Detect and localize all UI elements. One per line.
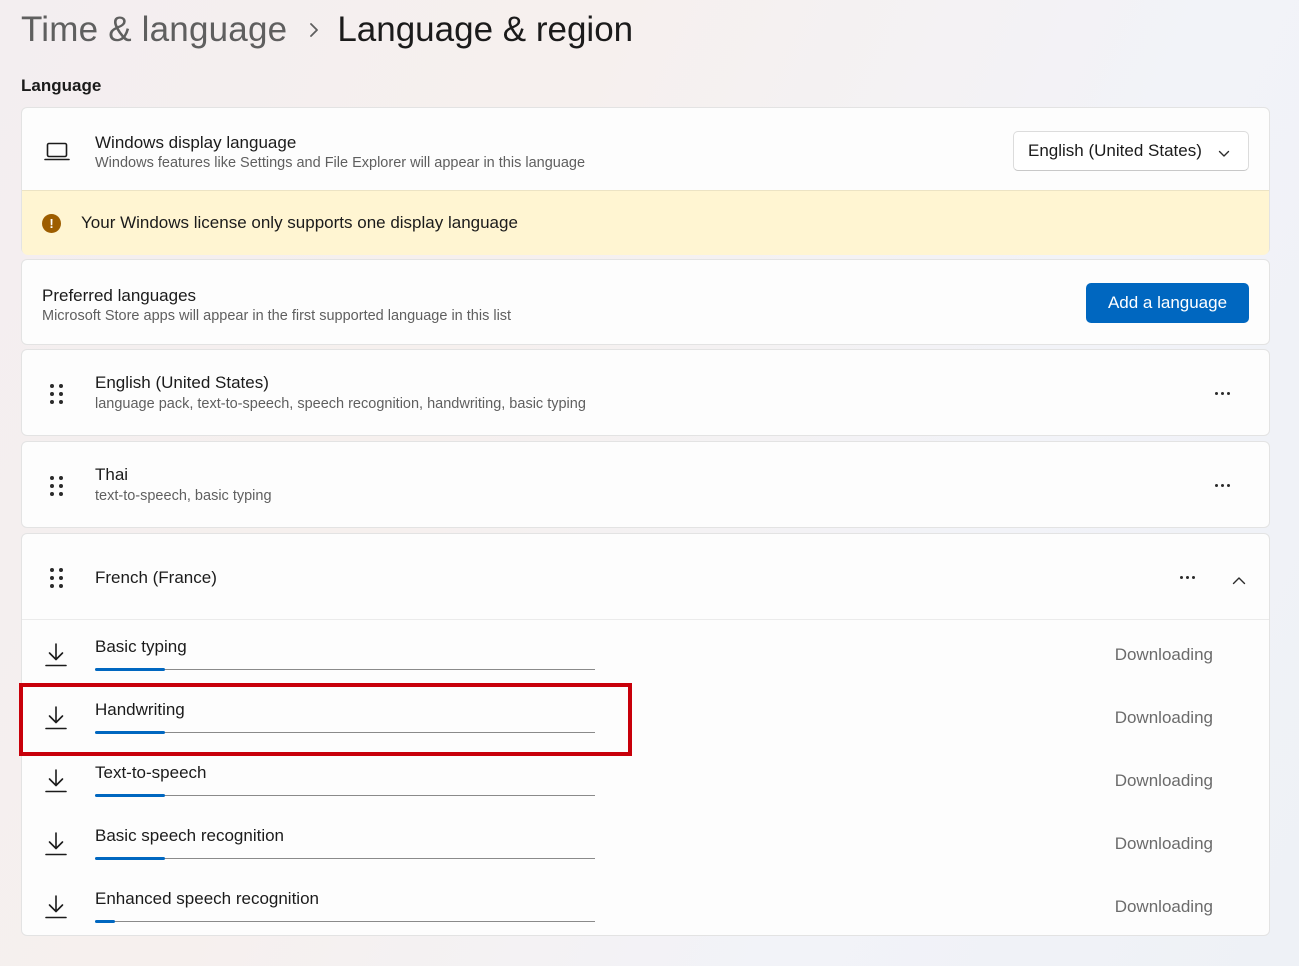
feature-row-text-to-speech: Text-to-speech Downloading — [22, 749, 1269, 812]
download-status: Downloading — [1114, 708, 1213, 727]
language-features: text-to-speech, basic typing — [95, 488, 272, 504]
more-options-icon[interactable] — [1180, 576, 1195, 579]
feature-name: Basic typing — [95, 637, 187, 656]
download-icon — [44, 642, 68, 673]
preferred-languages-subtitle: Microsoft Store apps will appear in the … — [42, 308, 512, 324]
language-item-thai[interactable]: Thai text-to-speech, basic typing — [21, 441, 1270, 528]
preferred-languages-title: Preferred languages — [42, 286, 197, 305]
license-warning-text: Your Windows license only supports one d… — [81, 213, 518, 232]
display-language-selected: English (United States) — [1028, 141, 1202, 160]
breadcrumb-parent-link[interactable]: Time & language — [21, 10, 287, 50]
progress-bar — [95, 794, 595, 797]
more-options-icon[interactable] — [1215, 484, 1230, 487]
page-title: Language & region — [337, 10, 634, 49]
language-name: Thai — [95, 465, 129, 484]
progress-fill — [95, 920, 115, 923]
warning-icon: ! — [42, 213, 61, 233]
download-status: Downloading — [1114, 897, 1213, 916]
download-icon — [44, 831, 68, 862]
progress-bar — [95, 857, 595, 860]
feature-row-basic-speech-recognition: Basic speech recognition Downloading — [22, 812, 1269, 875]
download-status: Downloading — [1114, 771, 1213, 790]
chevron-right-icon — [309, 23, 319, 37]
progress-bar — [95, 668, 595, 671]
divider — [22, 619, 1269, 620]
display-language-dropdown[interactable]: English (United States) — [1013, 131, 1249, 171]
language-item-english[interactable]: English (United States) language pack, t… — [21, 349, 1270, 436]
license-warning-bar: ! Your Windows license only supports one… — [22, 190, 1269, 255]
download-status: Downloading — [1114, 834, 1213, 853]
add-language-button[interactable]: Add a language — [1086, 283, 1249, 323]
laptop-icon — [44, 142, 70, 167]
breadcrumb: Time & language Language & region — [21, 6, 633, 54]
download-icon — [44, 705, 68, 736]
download-icon — [44, 894, 68, 925]
feature-row-handwriting: Handwriting Downloading — [22, 686, 1269, 749]
chevron-up-icon[interactable] — [1232, 572, 1246, 590]
display-language-subtitle: Windows features like Settings and File … — [95, 155, 586, 171]
feature-row-basic-typing: Basic typing Downloading — [22, 623, 1269, 686]
chevron-down-icon — [1218, 145, 1230, 163]
section-title-language: Language — [21, 76, 102, 95]
display-language-card: Windows display language Windows feature… — [21, 107, 1270, 255]
progress-fill — [95, 794, 165, 797]
download-icon — [44, 768, 68, 799]
progress-bar — [95, 920, 595, 923]
display-language-title: Windows display language — [95, 133, 297, 152]
progress-fill — [95, 668, 165, 671]
drag-handle-icon[interactable] — [49, 384, 65, 404]
progress-bar — [95, 731, 595, 734]
feature-name: Enhanced speech recognition — [95, 889, 319, 908]
feature-name: Basic speech recognition — [95, 826, 285, 845]
language-item-french: French (France) Basic typing Downloading… — [21, 533, 1270, 936]
feature-name: Text-to-speech — [95, 763, 207, 782]
feature-name: Handwriting — [95, 700, 185, 719]
language-name: French (France) — [95, 568, 217, 587]
progress-fill — [95, 731, 165, 734]
download-status: Downloading — [1114, 645, 1213, 664]
drag-handle-icon[interactable] — [49, 476, 65, 496]
more-options-icon[interactable] — [1215, 392, 1230, 395]
drag-handle-icon[interactable] — [49, 568, 65, 588]
preferred-languages-card: Preferred languages Microsoft Store apps… — [21, 259, 1270, 345]
language-features: language pack, text-to-speech, speech re… — [95, 396, 586, 412]
feature-row-enhanced-speech-recognition: Enhanced speech recognition Downloading — [22, 875, 1269, 938]
progress-fill — [95, 857, 165, 860]
language-name: English (United States) — [95, 373, 269, 392]
